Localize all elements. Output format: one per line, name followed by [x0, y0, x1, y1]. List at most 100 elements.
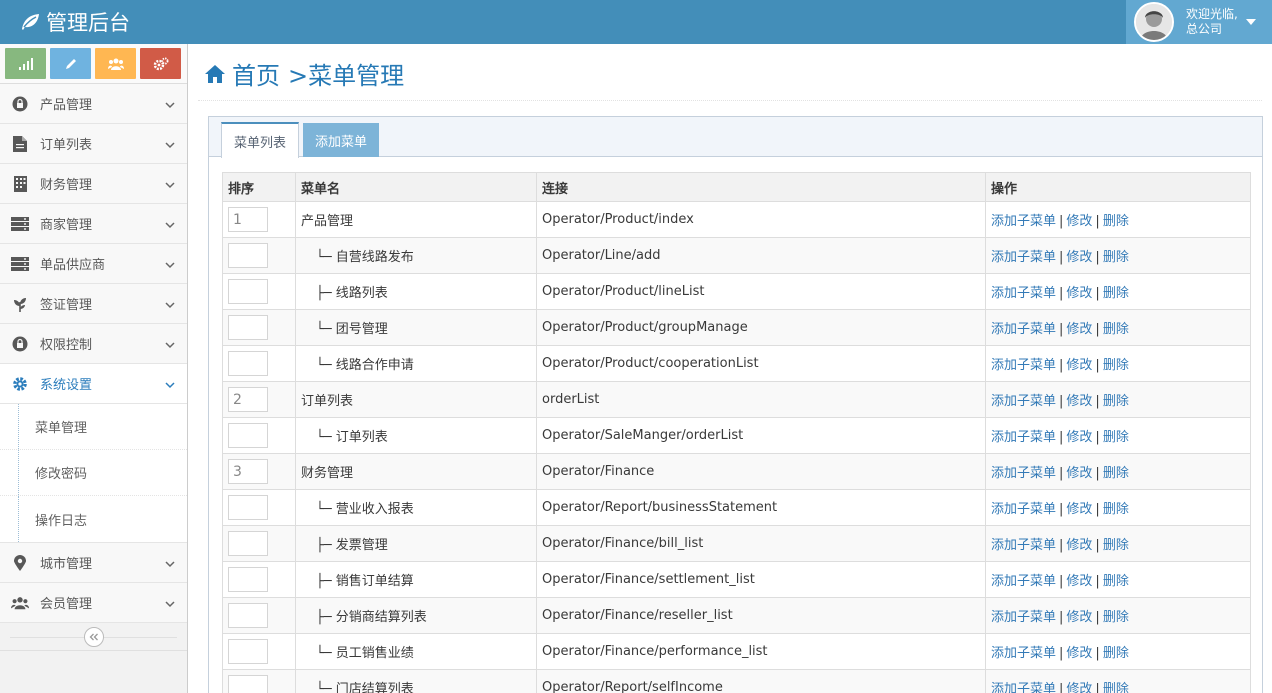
menu-name-cell: └─ 线路合作申请 — [295, 345, 537, 382]
add-submenu-link[interactable]: 添加子菜单 — [991, 466, 1056, 481]
edit-link[interactable]: 修改 — [1066, 430, 1092, 445]
sidebar-item-supplier[interactable]: 单品供应商 — [0, 244, 187, 284]
delete-link[interactable]: 删除 — [1103, 286, 1129, 301]
delete-link[interactable]: 删除 — [1103, 538, 1129, 553]
user-info: 欢迎光临, 总公司 — [1186, 7, 1238, 37]
header-sort: 排序 — [222, 172, 296, 202]
add-submenu-link[interactable]: 添加子菜单 — [991, 430, 1056, 445]
edit-link[interactable]: 修改 — [1066, 466, 1092, 481]
edit-link[interactable]: 修改 — [1066, 538, 1092, 553]
sidebar-item-visa[interactable]: 签证管理 — [0, 284, 187, 324]
delete-link[interactable]: 删除 — [1103, 394, 1129, 409]
brand[interactable]: 管理后台 — [20, 0, 130, 44]
add-submenu-link[interactable]: 添加子菜单 — [991, 646, 1056, 661]
actions-cell: 添加子菜单 | 修改 | 删除 — [985, 489, 1251, 526]
header-menu-name: 菜单名 — [295, 172, 537, 202]
sidebar-collapse-button[interactable] — [83, 626, 104, 647]
edit-link[interactable]: 修改 — [1066, 358, 1092, 373]
sort-input[interactable] — [228, 279, 268, 304]
company-name: 总公司 — [1186, 22, 1223, 36]
add-submenu-link[interactable]: 添加子菜单 — [991, 286, 1056, 301]
leaf-icon — [11, 295, 29, 313]
shortcut-signal-button[interactable] — [5, 48, 46, 79]
delete-link[interactable]: 删除 — [1103, 214, 1129, 229]
add-submenu-link[interactable]: 添加子菜单 — [991, 214, 1056, 229]
sort-cell: 3 — [222, 453, 296, 490]
sort-input[interactable] — [228, 315, 268, 340]
sort-input[interactable]: 2 — [228, 387, 268, 412]
sidebar-item-product[interactable]: 产品管理 — [0, 84, 187, 124]
header-link: 连接 — [536, 172, 986, 202]
link-cell: Operator/Product/groupManage — [536, 309, 986, 346]
sort-input[interactable] — [228, 351, 268, 376]
edit-link[interactable]: 修改 — [1066, 250, 1092, 265]
add-submenu-link[interactable]: 添加子菜单 — [991, 502, 1056, 517]
add-submenu-link[interactable]: 添加子菜单 — [991, 574, 1056, 589]
delete-link[interactable]: 删除 — [1103, 358, 1129, 373]
sort-input[interactable] — [228, 495, 268, 520]
sidebar-item-permissions[interactable]: 权限控制 — [0, 324, 187, 364]
delete-link[interactable]: 删除 — [1103, 610, 1129, 625]
breadcrumb-home[interactable]: 首页 — [232, 56, 280, 91]
sort-input[interactable] — [228, 639, 268, 664]
delete-link[interactable]: 删除 — [1103, 466, 1129, 481]
add-submenu-link[interactable]: 添加子菜单 — [991, 682, 1056, 693]
menu-name-cell: ├─ 分销商结算列表 — [295, 597, 537, 634]
edit-link[interactable]: 修改 — [1066, 286, 1092, 301]
table-header-row: 排序 菜单名 连接 操作 — [222, 172, 1251, 202]
edit-link[interactable]: 修改 — [1066, 646, 1092, 661]
tab-add-menu[interactable]: 添加菜单 — [303, 123, 380, 157]
user-menu[interactable]: 欢迎光临, 总公司 — [1126, 0, 1272, 44]
edit-link[interactable]: 修改 — [1066, 322, 1092, 337]
sidebar: 产品管理 订单列表 财务管理 商家管理 单品供应商 签证管理 权限控制 系统设置… — [0, 44, 188, 693]
submenu-item-change-password[interactable]: 修改密码 — [0, 450, 187, 496]
sort-input[interactable]: 3 — [228, 459, 268, 484]
sidebar-item-city[interactable]: 城市管理 — [0, 543, 187, 583]
shortcut-pencil-button[interactable] — [50, 48, 91, 79]
sort-input[interactable] — [228, 423, 268, 448]
action-separator: | — [1059, 358, 1064, 373]
sidebar-item-system-settings[interactable]: 系统设置 — [0, 364, 187, 404]
delete-link[interactable]: 删除 — [1103, 646, 1129, 661]
submenu-item-operation-log[interactable]: 操作日志 — [0, 496, 187, 542]
delete-link[interactable]: 删除 — [1103, 430, 1129, 445]
add-submenu-link[interactable]: 添加子菜单 — [991, 538, 1056, 553]
action-separator: | — [1095, 286, 1100, 301]
edit-link[interactable]: 修改 — [1066, 682, 1092, 693]
link-cell: Operator/Finance/bill_list — [536, 525, 986, 562]
action-separator: | — [1095, 430, 1100, 445]
shortcut-users-button[interactable] — [95, 48, 136, 79]
delete-link[interactable]: 删除 — [1103, 574, 1129, 589]
tab-menu-list[interactable]: 菜单列表 — [221, 122, 300, 158]
sidebar-item-merchant[interactable]: 商家管理 — [0, 204, 187, 244]
add-submenu-link[interactable]: 添加子菜单 — [991, 610, 1056, 625]
sort-input[interactable] — [228, 675, 268, 693]
add-submenu-link[interactable]: 添加子菜单 — [991, 322, 1056, 337]
edit-link[interactable]: 修改 — [1066, 214, 1092, 229]
delete-link[interactable]: 删除 — [1103, 502, 1129, 517]
add-submenu-link[interactable]: 添加子菜单 — [991, 358, 1056, 373]
sidebar-item-members[interactable]: 会员管理 — [0, 583, 187, 623]
delete-link[interactable]: 删除 — [1103, 250, 1129, 265]
submenu-item-menu-manage[interactable]: 菜单管理 — [0, 404, 187, 450]
edit-link[interactable]: 修改 — [1066, 394, 1092, 409]
add-submenu-link[interactable]: 添加子菜单 — [991, 394, 1056, 409]
delete-link[interactable]: 删除 — [1103, 682, 1129, 693]
sidebar-item-finance[interactable]: 财务管理 — [0, 164, 187, 204]
sort-input[interactable] — [228, 531, 268, 556]
menu-name-cell: 财务管理 — [295, 453, 537, 490]
sidebar-item-orders[interactable]: 订单列表 — [0, 124, 187, 164]
sort-input[interactable]: 1 — [228, 207, 268, 232]
edit-link[interactable]: 修改 — [1066, 502, 1092, 517]
action-separator: | — [1059, 286, 1064, 301]
edit-link[interactable]: 修改 — [1066, 574, 1092, 589]
sort-input[interactable] — [228, 567, 268, 592]
sort-input[interactable] — [228, 243, 268, 268]
add-submenu-link[interactable]: 添加子菜单 — [991, 250, 1056, 265]
edit-link[interactable]: 修改 — [1066, 610, 1092, 625]
shortcut-cogs-button[interactable] — [140, 48, 181, 79]
delete-link[interactable]: 删除 — [1103, 322, 1129, 337]
sort-input[interactable] — [228, 603, 268, 628]
users-icon — [107, 58, 124, 70]
table-row: └─ 门店结算列表 Operator/Report/selfIncome 添加子菜单… — [222, 669, 1251, 693]
